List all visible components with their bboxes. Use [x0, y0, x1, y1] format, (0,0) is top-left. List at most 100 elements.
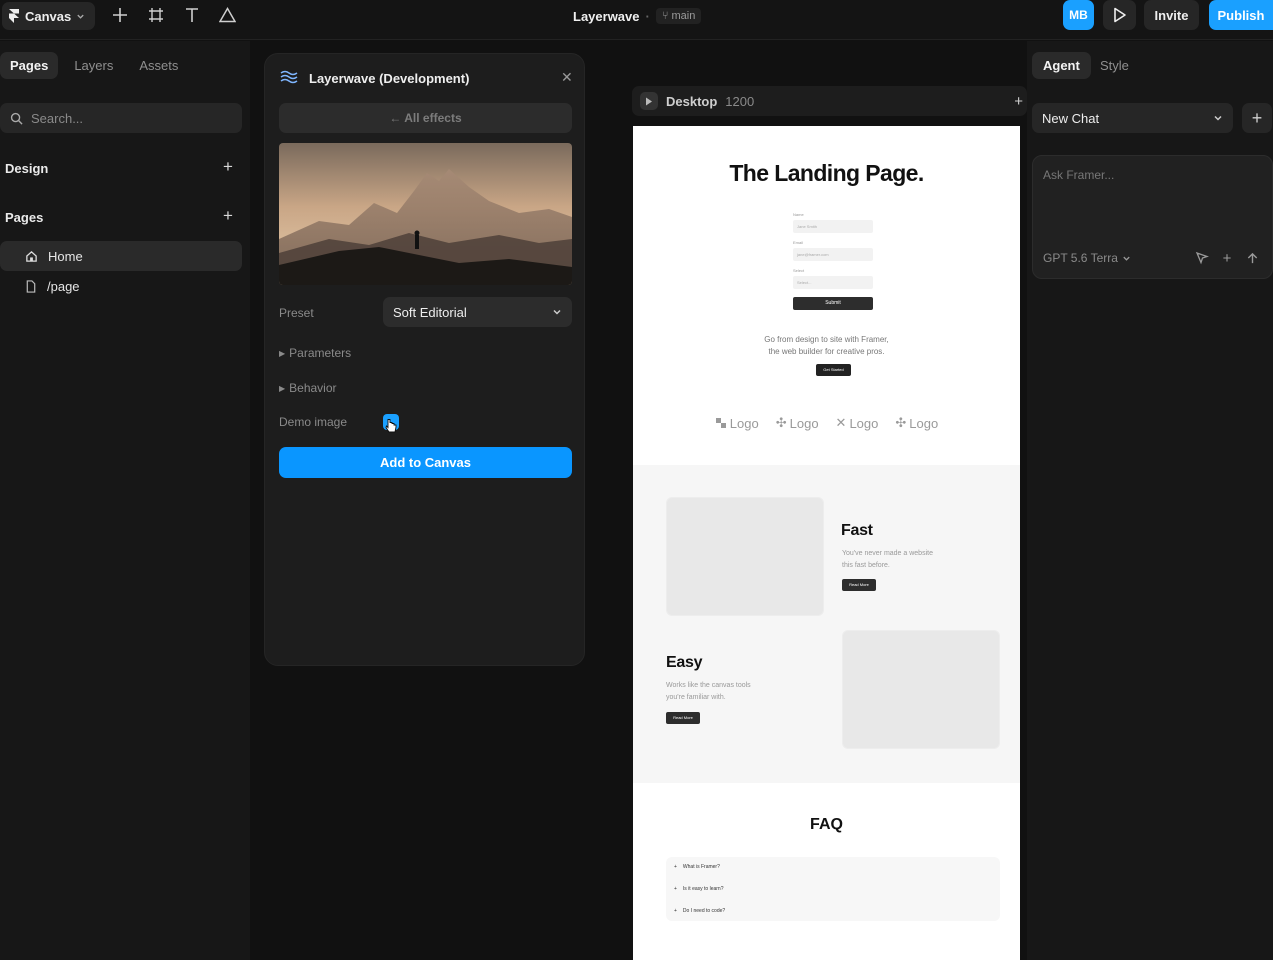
preset-select[interactable]: Soft Editorial: [383, 297, 572, 327]
logo-squares-icon: [715, 418, 726, 428]
add-design-plus-icon[interactable]: +: [223, 157, 233, 177]
logo-text: Logo: [789, 415, 819, 431]
triangle-right-icon: ▶: [279, 348, 286, 358]
site-frame[interactable]: The Landing Page. Name Jane Smith Email …: [633, 126, 1020, 960]
feature-fast-text: You've never made a website this fast be…: [842, 550, 933, 569]
breakpoint-label: Desktop: [666, 93, 718, 109]
layerwave-logo-icon: [280, 70, 298, 84]
hero-title: The Landing Page.: [729, 160, 924, 186]
branch-name: main: [671, 10, 696, 22]
chat-select-value: New Chat: [1042, 110, 1100, 126]
logo-item: ✕ Logo: [836, 415, 879, 431]
feature-easy-title: Easy: [666, 654, 703, 671]
plugin-title: Layerwave (Development): [309, 71, 470, 86]
project-title[interactable]: Layerwave · ⑂ main: [573, 8, 702, 24]
page-item-home[interactable]: Home: [0, 241, 242, 271]
model-select[interactable]: GPT 5.6 Terra: [1043, 251, 1131, 265]
features-section: Fast You've never made a website this fa…: [633, 465, 1020, 783]
tab-layers[interactable]: Layers: [64, 52, 123, 79]
pages-section-title: Pages: [5, 210, 44, 225]
send-arrow-icon[interactable]: [1242, 248, 1262, 268]
close-icon[interactable]: ✕: [561, 69, 573, 86]
logo-item: ✣ Logo: [895, 415, 938, 431]
logo-x-icon: ✕: [835, 415, 847, 430]
behavior-toggle[interactable]: ▶ Behavior: [279, 381, 337, 395]
chevron-down-icon: [1214, 115, 1222, 121]
form-name-input[interactable]: Jane Smith: [793, 220, 873, 233]
invite-button[interactable]: Invite: [1144, 0, 1199, 30]
add-page-plus-icon[interactable]: +: [223, 206, 233, 226]
faq-question: Is it easy to learn?: [682, 886, 724, 892]
tab-assets[interactable]: Assets: [129, 52, 188, 79]
logo-item: Logo: [715, 415, 759, 431]
logo-text: Logo: [849, 415, 879, 431]
search-icon: [10, 112, 23, 125]
ask-placeholder: Ask Framer...: [1043, 168, 1115, 182]
hero-subtitle-line: Go from design to site with Framer,: [764, 335, 889, 344]
canvas-menu-button[interactable]: Canvas: [2, 2, 95, 30]
all-effects-button[interactable]: ← All effects: [279, 103, 572, 133]
feature-easy-button[interactable]: Read More: [666, 712, 700, 724]
model-name: GPT 5.6 Terra: [1043, 251, 1118, 265]
right-sidebar: Agent Style New Chat + Ask Framer... GPT…: [1027, 41, 1273, 960]
form-select-input[interactable]: Select...: [793, 276, 873, 289]
tab-agent[interactable]: Agent: [1032, 52, 1091, 79]
chevron-down-icon: [1123, 256, 1130, 261]
faq-item[interactable]: + Is it easy to learn?: [674, 886, 724, 892]
canvas-menu-label: Canvas: [25, 8, 72, 24]
left-sidebar: Pages Layers Assets Search... Design + P…: [0, 41, 250, 960]
parameters-toggle[interactable]: ▶ Parameters: [279, 346, 351, 360]
frame-tool-icon[interactable]: [146, 5, 166, 25]
play-icon: [1113, 7, 1126, 23]
text-tool-icon[interactable]: [182, 5, 202, 25]
form-name-label: Name: [793, 212, 804, 217]
chat-select[interactable]: New Chat: [1032, 103, 1233, 133]
vector-tool-icon[interactable]: [217, 5, 237, 25]
plus-icon: +: [674, 908, 677, 914]
hero-subtitle: Go from design to site with Framer, the …: [633, 334, 1020, 358]
design-section-title: Design: [5, 161, 49, 176]
top-toolbar: Canvas Layerwave · ⑂ main MB Invite Publ…: [0, 0, 1273, 40]
demo-image-label: Demo image: [279, 415, 348, 429]
effect-preview-image: [279, 143, 572, 285]
insert-icon[interactable]: [110, 5, 130, 25]
tab-pages[interactable]: Pages: [0, 52, 59, 79]
preview-play-button[interactable]: [1103, 0, 1136, 30]
faq-title: FAQ: [810, 816, 843, 833]
faq-item[interactable]: + What is Framer?: [674, 864, 720, 870]
user-avatar[interactable]: MB: [1063, 0, 1094, 30]
add-breakpoint-plus-icon[interactable]: +: [1014, 93, 1023, 110]
framer-logo-icon: [9, 9, 19, 23]
new-chat-plus-icon[interactable]: +: [1242, 103, 1272, 133]
get-started-button[interactable]: Get Started: [816, 364, 851, 376]
frame-preview-play-icon[interactable]: [640, 92, 658, 110]
select-element-icon[interactable]: [1192, 248, 1212, 268]
branch-badge[interactable]: ⑂ main: [655, 8, 702, 24]
tab-style[interactable]: Style: [1089, 52, 1140, 79]
page-item-page[interactable]: /page: [0, 271, 242, 301]
feature-easy-text: Works like the canvas tools you're famil…: [666, 682, 751, 701]
plus-icon: +: [674, 864, 677, 870]
form-email-input[interactable]: jane@framer.com: [793, 248, 873, 261]
feature-fast-button[interactable]: Read More: [842, 579, 876, 591]
add-to-canvas-button[interactable]: Add to Canvas: [279, 447, 572, 478]
plugin-panel: Layerwave (Development) ✕ ← All effects: [264, 53, 585, 666]
faq-item[interactable]: + Do I need to code?: [674, 908, 725, 914]
ask-input[interactable]: Ask Framer... GPT 5.6 Terra +: [1032, 155, 1273, 279]
form-submit-button[interactable]: Submit: [793, 297, 873, 310]
faq-question: What is Framer?: [682, 864, 720, 870]
project-name: Layerwave: [573, 8, 640, 24]
logo-item: ✣ Logo: [776, 415, 819, 431]
search-input[interactable]: Search...: [0, 103, 242, 133]
publish-button[interactable]: Publish: [1209, 0, 1273, 30]
form-select-label: Select: [793, 268, 805, 273]
hand-cursor-icon: [385, 419, 397, 433]
logo-strip: Logo ✣ Logo ✕ Logo ✣ Logo: [633, 415, 1020, 431]
faq-question: Do I need to code?: [682, 908, 726, 914]
hero-subtitle-line: the web builder for creative pros.: [768, 347, 885, 356]
image-placeholder: [666, 497, 824, 616]
frame-header[interactable]: Desktop 1200 +: [632, 86, 1027, 116]
title-separator: ·: [645, 8, 650, 24]
attach-plus-icon[interactable]: +: [1217, 248, 1237, 268]
logo-clover-icon: ✣: [775, 415, 787, 430]
